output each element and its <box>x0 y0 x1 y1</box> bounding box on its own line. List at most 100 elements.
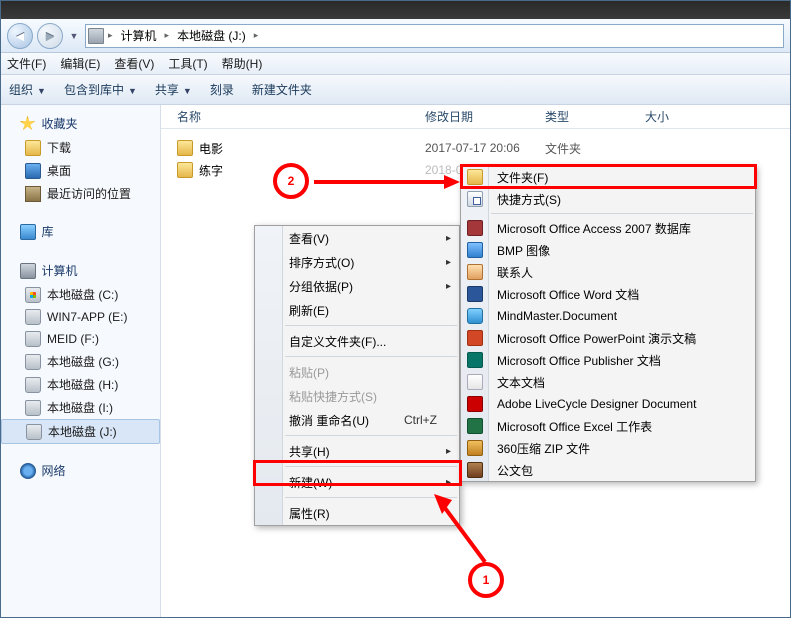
ctx-view[interactable]: 查看(V) <box>255 226 459 250</box>
breadcrumb-sep: ▸ <box>165 30 170 41</box>
drive-icon <box>25 400 41 416</box>
ctx-sort[interactable]: 排序方式(O) <box>255 250 459 274</box>
navbar: ◄ ► ▼ ▸ 计算机 ▸ 本地磁盘 (J:) ▸ <box>1 19 790 53</box>
ctx-new-shortcut[interactable]: 快捷方式(S) <box>461 188 755 210</box>
ctx-new-adobe[interactable]: Adobe LiveCycle Designer Document <box>461 393 755 415</box>
contact-icon <box>467 264 483 280</box>
ctx-new-publisher[interactable]: Microsoft Office Publisher 文档 <box>461 349 755 371</box>
col-size[interactable]: 大小 <box>645 108 790 125</box>
context-menu-main: 查看(V) 排序方式(O) 分组依据(P) 刷新(E) 自定义文件夹(F)...… <box>254 225 460 526</box>
briefcase-icon <box>467 462 483 478</box>
star-icon <box>20 116 36 132</box>
sidebar-drive-j[interactable]: 本地磁盘 (J:) <box>1 419 160 444</box>
breadcrumb-computer[interactable]: 计算机 <box>117 27 161 44</box>
text-icon <box>467 374 483 390</box>
ctx-new-zip[interactable]: 360压缩 ZIP 文件 <box>461 437 755 459</box>
toolbar-burn[interactable]: 刻录 <box>210 81 234 98</box>
history-dropdown[interactable]: ▼ <box>67 23 81 49</box>
col-date[interactable]: 修改日期 <box>425 108 545 125</box>
ctx-customize[interactable]: 自定义文件夹(F)... <box>255 329 459 353</box>
ctx-new-contact[interactable]: 联系人 <box>461 261 755 283</box>
menu-help[interactable]: 帮助(H) <box>222 55 263 72</box>
sidebar-computer[interactable]: ▾计算机 <box>1 258 160 283</box>
back-button[interactable]: ◄ <box>7 23 33 49</box>
sidebar: ▾收藏夹 下载 桌面 最近访问的位置 ▾库 ▾计算机 本地磁盘 (C:) WIN… <box>1 105 161 617</box>
titlebar <box>1 1 790 19</box>
ctx-new[interactable]: 新建(W) <box>255 470 459 494</box>
breadcrumb-sep: ▸ <box>254 30 259 41</box>
sidebar-desktop[interactable]: 桌面 <box>1 159 160 182</box>
drive-icon <box>25 331 41 347</box>
menu-tools[interactable]: 工具(T) <box>168 55 207 72</box>
col-name[interactable]: 名称 <box>161 108 425 125</box>
ctx-new-excel[interactable]: Microsoft Office Excel 工作表 <box>461 415 755 437</box>
recent-icon <box>25 186 41 202</box>
ctx-new-briefcase[interactable]: 公文包 <box>461 459 755 481</box>
address-bar[interactable]: ▸ 计算机 ▸ 本地磁盘 (J:) ▸ <box>85 24 784 48</box>
toolbar-organize[interactable]: 组织▼ <box>9 81 46 98</box>
access-icon <box>467 220 483 236</box>
desktop-icon <box>25 163 41 179</box>
sidebar-favorites[interactable]: ▾收藏夹 <box>1 111 160 136</box>
sidebar-drive-i[interactable]: 本地磁盘 (I:) <box>1 396 160 419</box>
drive-icon <box>25 287 41 303</box>
toolbar-include[interactable]: 包含到库中▼ <box>64 81 137 98</box>
ppt-icon <box>467 330 483 346</box>
library-icon <box>20 224 36 240</box>
menu-edit[interactable]: 编辑(E) <box>60 55 100 72</box>
ctx-refresh[interactable]: 刷新(E) <box>255 298 459 322</box>
ctx-group[interactable]: 分组依据(P) <box>255 274 459 298</box>
sidebar-drive-c[interactable]: 本地磁盘 (C:) <box>1 283 160 306</box>
forward-button[interactable]: ► <box>37 23 63 49</box>
sidebar-recent[interactable]: 最近访问的位置 <box>1 182 160 205</box>
toolbar-share[interactable]: 共享▼ <box>155 81 192 98</box>
publisher-icon <box>467 352 483 368</box>
sidebar-drive-f[interactable]: MEID (F:) <box>1 328 160 350</box>
drive-icon <box>26 424 42 440</box>
ctx-paste-shortcut: 粘贴快捷方式(S) <box>255 384 459 408</box>
ctx-new-mindmaster[interactable]: MindMaster.Document <box>461 305 755 327</box>
network-icon <box>20 463 36 479</box>
sidebar-network[interactable]: ▾网络 <box>1 458 160 483</box>
excel-icon <box>467 418 483 434</box>
context-menu-new: 文件夹(F) 快捷方式(S) Microsoft Office Access 2… <box>460 165 756 482</box>
breadcrumb-drive[interactable]: 本地磁盘 (J:) <box>173 27 250 44</box>
ctx-paste: 粘贴(P) <box>255 360 459 384</box>
sidebar-libraries[interactable]: ▾库 <box>1 219 160 244</box>
ctx-new-word[interactable]: Microsoft Office Word 文档 <box>461 283 755 305</box>
drive-icon <box>25 377 41 393</box>
ctx-new-ppt[interactable]: Microsoft Office PowerPoint 演示文稿 <box>461 327 755 349</box>
sidebar-drive-g[interactable]: 本地磁盘 (G:) <box>1 350 160 373</box>
sidebar-drive-h[interactable]: 本地磁盘 (H:) <box>1 373 160 396</box>
ctx-new-txt[interactable]: 文本文档 <box>461 371 755 393</box>
menubar: 文件(F) 编辑(E) 查看(V) 工具(T) 帮助(H) <box>1 53 790 75</box>
sidebar-downloads[interactable]: 下载 <box>1 136 160 159</box>
folder-icon <box>25 140 41 156</box>
ctx-new-folder[interactable]: 文件夹(F) <box>461 166 755 188</box>
ctx-properties[interactable]: 属性(R) <box>255 501 459 525</box>
column-headers: 名称 修改日期 类型 大小 <box>161 105 790 129</box>
toolbar-newfolder[interactable]: 新建文件夹 <box>252 81 312 98</box>
file-row[interactable]: 电影 2017-07-17 20:06 文件夹 <box>161 137 790 159</box>
ctx-new-bmp[interactable]: BMP 图像 <box>461 239 755 261</box>
toolbar: 组织▼ 包含到库中▼ 共享▼ 刻录 新建文件夹 <box>1 75 790 105</box>
drive-icon <box>25 309 41 325</box>
computer-icon <box>20 263 36 279</box>
folder-icon <box>177 140 193 156</box>
ctx-share[interactable]: 共享(H) <box>255 439 459 463</box>
drive-icon <box>25 354 41 370</box>
ctx-new-access[interactable]: Microsoft Office Access 2007 数据库 <box>461 217 755 239</box>
breadcrumb-sep: ▸ <box>108 30 113 41</box>
word-icon <box>467 286 483 302</box>
ctx-undo[interactable]: 撤消 重命名(U)Ctrl+Z <box>255 408 459 432</box>
col-type[interactable]: 类型 <box>545 108 645 125</box>
menu-view[interactable]: 查看(V) <box>114 55 154 72</box>
sidebar-drive-e[interactable]: WIN7-APP (E:) <box>1 306 160 328</box>
menu-file[interactable]: 文件(F) <box>7 55 46 72</box>
adobe-icon <box>467 396 483 412</box>
drive-icon <box>88 28 104 44</box>
bmp-icon <box>467 242 483 258</box>
folder-icon <box>467 169 483 185</box>
mindmaster-icon <box>467 308 483 324</box>
zip-icon <box>467 440 483 456</box>
